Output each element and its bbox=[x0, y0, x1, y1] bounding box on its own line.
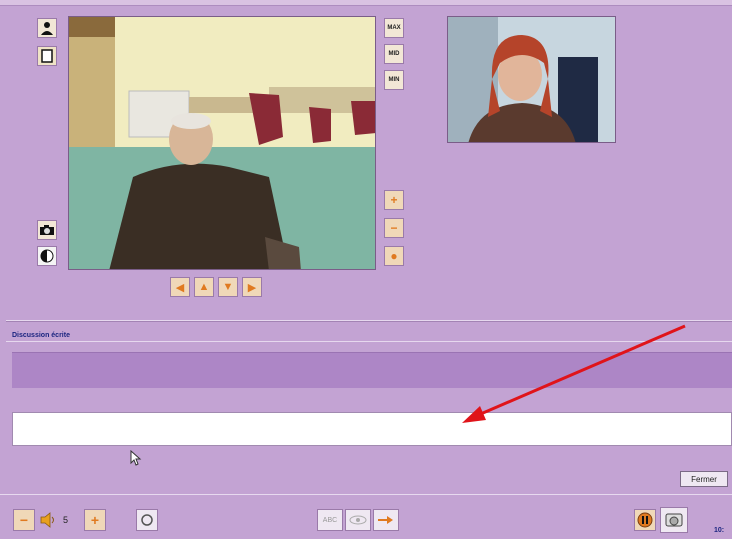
contrast-icon bbox=[40, 249, 54, 263]
send-button[interactable] bbox=[373, 509, 399, 531]
arrow-down-icon: ▼ bbox=[222, 281, 234, 293]
zoom-max-label: MAX bbox=[387, 25, 401, 31]
contacts-button[interactable] bbox=[37, 18, 57, 38]
camera-zoom-in-button[interactable]: + bbox=[384, 190, 404, 210]
camera-zoom-out-button[interactable]: − bbox=[384, 218, 404, 238]
remote-video-image bbox=[448, 17, 615, 142]
pan-up-button[interactable]: ▲ bbox=[194, 277, 214, 297]
close-chat-button[interactable]: Fermer bbox=[680, 471, 728, 487]
eye-button[interactable] bbox=[345, 509, 371, 531]
camera-focus-button[interactable]: ● bbox=[384, 246, 404, 266]
pause-button[interactable] bbox=[634, 509, 656, 531]
hangup-button[interactable] bbox=[660, 507, 688, 533]
pause-icon bbox=[637, 512, 653, 528]
status-text: 10: bbox=[714, 527, 725, 534]
volume-level: 5 bbox=[63, 515, 69, 525]
document-button[interactable] bbox=[37, 46, 57, 66]
pan-left-button[interactable]: ◀ bbox=[170, 277, 190, 297]
send-arrow-icon bbox=[378, 516, 393, 524]
abc-label: ABC bbox=[322, 516, 338, 524]
mouse-cursor-icon bbox=[130, 450, 142, 466]
phone-icon bbox=[665, 513, 683, 527]
minus-icon: − bbox=[19, 512, 29, 528]
arrow-up-icon: ▲ bbox=[198, 281, 210, 293]
arrow-left-icon: ◀ bbox=[175, 281, 185, 294]
local-video-image bbox=[69, 17, 375, 269]
zoom-max-button[interactable]: MAX bbox=[384, 18, 404, 38]
annotation-arrow-icon bbox=[462, 324, 686, 423]
zoom-mid-button[interactable]: MID bbox=[384, 44, 404, 64]
circle-icon bbox=[141, 514, 153, 526]
zoom-mid-label: MID bbox=[388, 51, 400, 57]
zoom-in-icon: + bbox=[390, 193, 398, 207]
volume-up-button[interactable]: + bbox=[84, 509, 106, 531]
local-video-feed bbox=[68, 16, 376, 270]
pan-down-button[interactable]: ▼ bbox=[218, 277, 238, 297]
person-icon bbox=[41, 22, 53, 35]
chat-section-title: Discussion écrite bbox=[12, 332, 70, 339]
eye-icon bbox=[349, 515, 367, 525]
arrow-right-icon: ▶ bbox=[247, 281, 257, 294]
pan-right-button[interactable]: ▶ bbox=[242, 277, 262, 297]
zoom-min-label: MIN bbox=[388, 77, 400, 83]
camera-icon bbox=[40, 225, 54, 235]
speaker-icon bbox=[40, 512, 54, 528]
refresh-button[interactable] bbox=[136, 509, 158, 531]
focus-icon: ● bbox=[390, 249, 398, 263]
remote-video-feed bbox=[447, 16, 616, 143]
contrast-button[interactable] bbox=[37, 246, 57, 266]
document-icon bbox=[41, 49, 53, 63]
snapshot-button[interactable] bbox=[37, 220, 57, 240]
volume-down-button[interactable]: − bbox=[13, 509, 35, 531]
window-top-border bbox=[0, 0, 732, 6]
zoom-out-icon: − bbox=[390, 221, 398, 235]
plus-icon: + bbox=[90, 512, 100, 528]
zoom-min-button[interactable]: MIN bbox=[384, 70, 404, 90]
abc-button[interactable]: ABC bbox=[317, 509, 343, 531]
